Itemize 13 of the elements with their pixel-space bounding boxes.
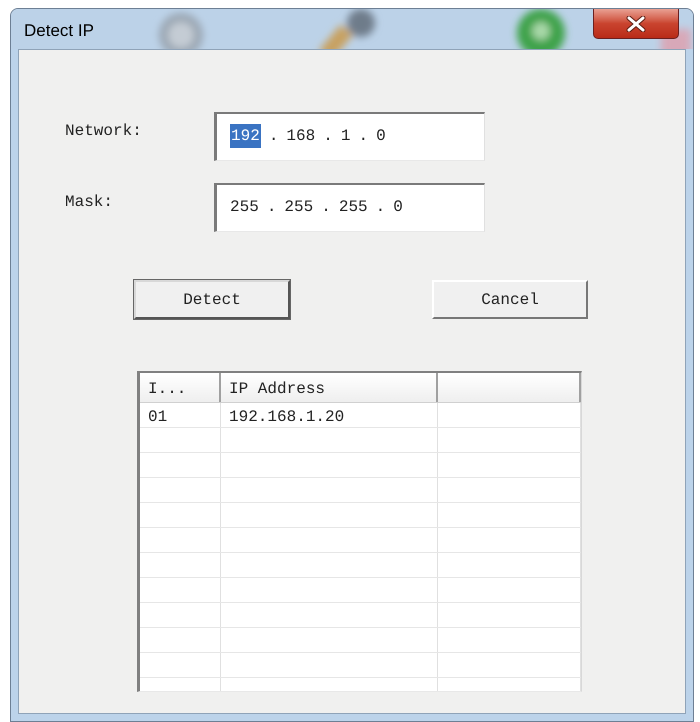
- column-header[interactable]: I...: [140, 373, 221, 402]
- close-icon: [626, 16, 646, 32]
- close-button[interactable]: [593, 9, 679, 39]
- ip-address-field[interactable]: 192 . 168 . 1 . 0: [214, 112, 485, 161]
- window-title: Detect IP: [24, 22, 94, 39]
- column-header[interactable]: IP Address: [221, 373, 438, 402]
- table-cell: 01: [140, 403, 221, 427]
- field-label: Network:: [65, 121, 143, 142]
- dialog-button[interactable]: Detect: [134, 280, 290, 319]
- dialog-button[interactable]: Cancel: [432, 280, 588, 319]
- table-cell: 192.168.1.20: [221, 403, 438, 427]
- field-label: Mask:: [65, 192, 114, 213]
- ip-address-field[interactable]: 255 . 255 . 255 . 0: [214, 183, 485, 232]
